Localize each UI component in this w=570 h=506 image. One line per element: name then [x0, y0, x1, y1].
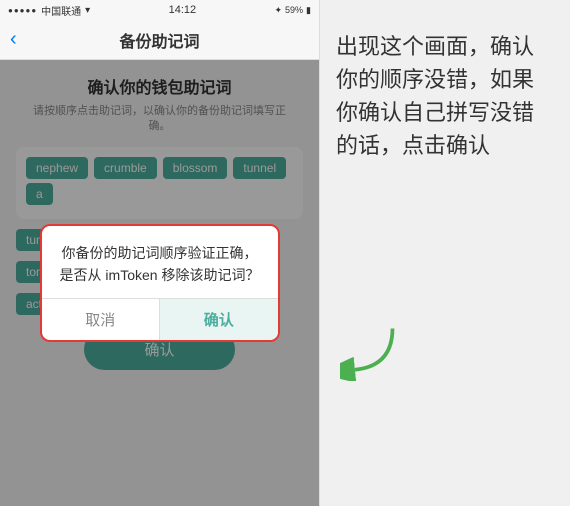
status-right: ✦ 59% ▮	[274, 5, 311, 16]
dialog-box: 你备份的助记词顺序验证正确，是否从 imToken 移除该助记词？ 取消 确认	[40, 224, 280, 343]
battery-level: 59%	[285, 5, 303, 15]
green-arrow-icon	[340, 321, 400, 381]
phone-frame: ●●●●● 中国联通 ▾ 14:12 ✦ 59% ▮ ‹ 备份助记词 确认你的钱…	[0, 0, 320, 506]
status-time: 14:12	[169, 4, 197, 16]
content-area: 确认你的钱包助记词 请按顺序点击助记词，以确认你的备份助记词填写正确。 neph…	[0, 60, 319, 506]
carrier-name: 中国联通	[41, 3, 81, 18]
annotation-text: 出现这个画面，确认你的顺序没错，如果你确认自己拼写没错的话，点击确认	[336, 30, 554, 162]
nav-title: 备份助记词	[119, 28, 199, 52]
status-bar: ●●●●● 中国联通 ▾ 14:12 ✦ 59% ▮	[0, 0, 319, 20]
nav-bar: ‹ 备份助记词	[0, 20, 319, 60]
back-button[interactable]: ‹	[10, 28, 17, 51]
dialog-overlay: 你备份的助记词顺序验证正确，是否从 imToken 移除该助记词？ 取消 确认	[0, 60, 319, 506]
wifi-icon: ▾	[85, 5, 90, 16]
dialog-confirm-button[interactable]: 确认	[160, 299, 278, 340]
battery-icon: ▮	[306, 5, 311, 16]
dialog-message: 你备份的助记词顺序验证正确，是否从 imToken 移除该助记词？	[42, 226, 278, 299]
signal-dots: ●●●●●	[8, 6, 37, 15]
arrow-container	[340, 321, 400, 386]
annotation-panel: 出现这个画面，确认你的顺序没错，如果你确认自己拼写没错的话，点击确认	[320, 0, 570, 506]
bluetooth-icon: ✦	[274, 5, 282, 16]
dialog-buttons: 取消 确认	[42, 298, 278, 340]
dialog-cancel-button[interactable]: 取消	[42, 299, 161, 340]
status-left: ●●●●● 中国联通 ▾	[8, 3, 90, 18]
